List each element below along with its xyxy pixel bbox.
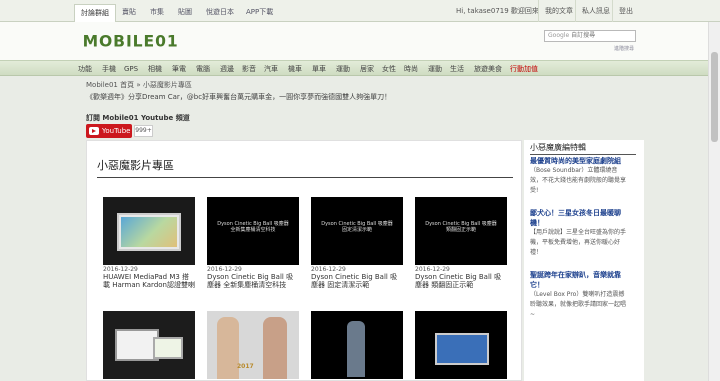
google-label: Google bbox=[548, 32, 570, 39]
video-title[interactable]: Dyson Cinetic Big Ball 吸塵器 類翻固正示範 bbox=[415, 273, 507, 289]
featured-article[interactable]: 聖誕跨年在家辦趴，音樂就靠它！ （Level Box Pro）雙喇叭打造震撼聆聽… bbox=[530, 270, 626, 320]
sidebar-title: 小惡魔廣編特輯 bbox=[530, 143, 586, 152]
cat-laptops[interactable]: 筆電 bbox=[172, 61, 186, 77]
video-thumbnail[interactable]: 2017 bbox=[207, 311, 299, 379]
youtube-label: YouTube bbox=[102, 127, 131, 135]
video-card[interactable] bbox=[415, 311, 507, 379]
search-value: 自訂搜尋 bbox=[571, 32, 596, 39]
video-date: 2016-12-29 bbox=[103, 266, 138, 273]
article-desc: （Bose Soundbar）立體環繞音效，不花大錢也能有劇院般的聽覺享受! bbox=[530, 167, 627, 194]
my-posts-link[interactable]: 我的文章 bbox=[538, 0, 579, 22]
cat-cars[interactable]: 汽車 bbox=[264, 61, 278, 77]
notice-banner[interactable]: 《歡樂週年》分享Dream Car，@bc好車興奮台萬元購車金，一圓你享夢而強德… bbox=[86, 92, 391, 102]
cat-fashion[interactable]: 時尚 bbox=[404, 61, 418, 77]
featured-article[interactable]: 鄙犬心！三星女孩冬日最暖聊機！ 【用戶說說】三星全台旺盛為你的手機，平板免費增他… bbox=[530, 208, 626, 258]
video-card[interactable]: Dyson Cinetic Big Ball 吸塵器 類翻固正示範 2016-1… bbox=[415, 197, 507, 289]
cat-mobile-plus[interactable]: 行動加值 bbox=[510, 61, 538, 77]
section-divider bbox=[97, 177, 513, 178]
tab-japan[interactable]: 悅遊日本 bbox=[200, 4, 240, 22]
video-thumbnail[interactable] bbox=[311, 311, 403, 379]
video-card[interactable] bbox=[311, 311, 403, 379]
cat-exercise[interactable]: 運動 bbox=[428, 61, 442, 77]
cat-home[interactable]: 居家 bbox=[360, 61, 374, 77]
video-card[interactable]: 2016-12-29 HUAWEI MediaPad M3 搭載 Harman … bbox=[103, 197, 195, 289]
video-title[interactable]: HUAWEI MediaPad M3 搭載 Harman Kardon認證雙喇叭 bbox=[103, 273, 195, 289]
mobile01-logo[interactable]: MOBILE01 bbox=[78, 30, 188, 52]
video-date: 2016-12-29 bbox=[311, 266, 346, 273]
page-scrollbar[interactable] bbox=[708, 22, 720, 381]
video-card[interactable]: 2017 bbox=[207, 311, 299, 379]
cat-life[interactable]: 生活 bbox=[450, 61, 464, 77]
tab-market[interactable]: 市集 bbox=[144, 4, 170, 22]
video-date: 2016-12-29 bbox=[207, 266, 242, 273]
video-date: 2016-12-29 bbox=[415, 266, 450, 273]
youtube-play-icon bbox=[89, 127, 99, 135]
tab-sell[interactable]: 賣貼 bbox=[116, 4, 142, 22]
cat-phones[interactable]: 手機 bbox=[102, 61, 116, 77]
cat-peripherals[interactable]: 週邊 bbox=[220, 61, 234, 77]
thumbnail-caption: Dyson Cinetic Big Ball 吸塵器 固定清潔示範 bbox=[321, 221, 393, 233]
logo-text: MOBILE01 bbox=[83, 33, 179, 51]
video-thumbnail[interactable]: Dyson Cinetic Big Ball 吸塵器 類翻固正示範 bbox=[415, 197, 507, 265]
article-title[interactable]: 聖誕跨年在家辦趴，音樂就靠它！ bbox=[530, 270, 626, 290]
video-thumbnail[interactable]: Dyson Cinetic Big Ball 吸塵器 全新集塵桶清空科技 bbox=[207, 197, 299, 265]
cat-sports[interactable]: 運動 bbox=[336, 61, 350, 77]
video-section: 小惡魔影片專區 2016-12-29 HUAWEI MediaPad M3 搭載… bbox=[86, 140, 522, 381]
cat-motorcycles[interactable]: 機車 bbox=[288, 61, 302, 77]
video-title[interactable]: Dyson Cinetic Big Ball 吸塵器 全新集塵桶清空科技 bbox=[207, 273, 299, 289]
sidebar-featured: 小惡魔廣編特輯 最優質時尚的美型家庭劇院組 （Bose Soundbar）立體環… bbox=[524, 140, 644, 381]
user-greeting[interactable]: Hi, takase0719 歡迎回來 bbox=[450, 0, 545, 22]
article-title[interactable]: 最優質時尚的美型家庭劇院組 bbox=[530, 156, 626, 166]
tab-app-download[interactable]: APP下載 bbox=[240, 4, 279, 22]
sidebar-divider bbox=[530, 154, 636, 155]
cat-cameras[interactable]: 相機 bbox=[148, 61, 162, 77]
cat-computers[interactable]: 電腦 bbox=[196, 61, 210, 77]
scrollbar-thumb[interactable] bbox=[711, 52, 718, 142]
top-nav: 討論群組 賣貼 市集 貼圖 悅遊日本 APP下載 Hi, takase0719 … bbox=[0, 0, 720, 22]
category-bar: 功能 手機 GPS 相機 筆電 電腦 週邊 影音 汽車 機車 單車 運動 居家 … bbox=[0, 60, 720, 76]
video-title[interactable]: Dyson Cinetic Big Ball 吸塵器 固定清潔示範 bbox=[311, 273, 403, 289]
tab-forum[interactable]: 討論群組 bbox=[74, 4, 116, 22]
cat-bikes[interactable]: 單車 bbox=[312, 61, 326, 77]
cat-travel-food[interactable]: 旅遊美食 bbox=[474, 61, 502, 77]
cat-features[interactable]: 功能 bbox=[78, 61, 92, 77]
private-messages-link[interactable]: 私人訊息 bbox=[575, 0, 616, 22]
thumbnail-caption: Dyson Cinetic Big Ball 吸塵器 類翻固正示範 bbox=[425, 221, 497, 233]
featured-article[interactable]: 最優質時尚的美型家庭劇院組 （Bose Soundbar）立體環繞音效，不花大錢… bbox=[530, 156, 626, 196]
video-card[interactable]: Dyson Cinetic Big Ball 吸塵器 全新集塵桶清空科技 201… bbox=[207, 197, 299, 289]
article-title[interactable]: 鄙犬心！三星女孩冬日最暖聊機！ bbox=[530, 208, 626, 228]
breadcrumb[interactable]: Mobile01 首頁 » 小惡魔影片專區 bbox=[86, 80, 192, 90]
subscriber-count: 999+ bbox=[134, 125, 153, 137]
subscribe-label: 訂閱 Mobile01 Youtube 頻道 bbox=[86, 114, 190, 122]
video-thumbnail[interactable] bbox=[103, 311, 195, 379]
youtube-subscribe-button[interactable]: YouTube bbox=[86, 124, 132, 138]
cat-av[interactable]: 影音 bbox=[242, 61, 256, 77]
section-title: 小惡魔影片專區 bbox=[97, 159, 174, 172]
video-card[interactable] bbox=[103, 311, 195, 379]
video-thumbnail[interactable]: Dyson Cinetic Big Ball 吸塵器 固定清潔示範 bbox=[311, 197, 403, 265]
article-desc: 【用戶說說】三星全台旺盛為你的手機，平板免費增他，再送你暖心好禮！ bbox=[530, 229, 627, 256]
cat-gps[interactable]: GPS bbox=[124, 61, 138, 77]
logout-link[interactable]: 登出 bbox=[612, 0, 639, 22]
video-thumbnail[interactable] bbox=[103, 197, 195, 265]
site-header: MOBILE01 Google 自訂搜尋 進階搜尋 bbox=[0, 22, 720, 60]
article-desc: （Level Box Pro）雙喇叭打造震撼聆聽效果，就像把歌手請回家一起唱~ bbox=[530, 291, 627, 318]
cat-women[interactable]: 女性 bbox=[382, 61, 396, 77]
video-card[interactable]: Dyson Cinetic Big Ball 吸塵器 固定清潔示範 2016-1… bbox=[311, 197, 403, 289]
advanced-search-link[interactable]: 進階搜尋 bbox=[614, 45, 634, 52]
thumbnail-caption: 2017 bbox=[237, 363, 254, 370]
tab-images[interactable]: 貼圖 bbox=[172, 4, 198, 22]
search-input[interactable]: Google 自訂搜尋 bbox=[544, 30, 636, 42]
video-thumbnail[interactable] bbox=[415, 311, 507, 379]
thumbnail-caption: Dyson Cinetic Big Ball 吸塵器 全新集塵桶清空科技 bbox=[217, 221, 289, 233]
